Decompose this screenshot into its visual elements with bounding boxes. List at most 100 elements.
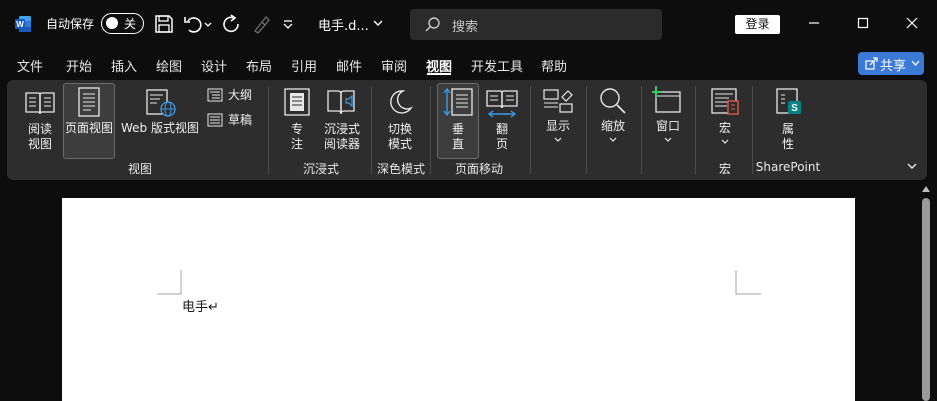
show-icon	[543, 89, 573, 113]
switch-modes-label: 切换 模式	[387, 122, 412, 151]
document-title[interactable]: 电手.d...	[318, 15, 369, 34]
scrollbar-thumb[interactable]	[922, 198, 930, 401]
scroll-up-arrow-icon[interactable]	[921, 185, 931, 193]
vertical-scroll-icon	[443, 87, 473, 117]
macro-icon	[711, 88, 739, 115]
group-label-views: 视图	[127, 162, 152, 176]
side-to-side-button[interactable]: 翻 页	[484, 86, 520, 156]
share-button[interactable]: 共享	[858, 52, 924, 75]
web-layout-label: Web 版式视图	[121, 121, 199, 135]
draft-label: 草稿	[228, 113, 253, 127]
web-layout-button[interactable]: Web 版式视图	[119, 86, 201, 156]
redo-icon[interactable]	[220, 13, 242, 35]
immersive-reader-button[interactable]: 沉浸式 阅读器	[320, 86, 364, 156]
focus-icon	[284, 88, 310, 116]
show-label: 显示	[545, 119, 570, 133]
focus-label: 专 注	[290, 122, 303, 151]
print-layout-button[interactable]: 页面视图	[63, 86, 115, 156]
group-label-macros: 宏	[718, 162, 731, 176]
group-label-immersive: 沉浸式	[302, 162, 339, 176]
share-label: 共享	[880, 59, 907, 74]
vertical-label: 垂 直	[451, 122, 464, 151]
web-page-icon	[146, 89, 176, 117]
tab-file[interactable]: 文件	[17, 56, 43, 75]
group-separator	[695, 86, 696, 174]
properties-button[interactable]: S 属 性	[768, 86, 808, 156]
macros-label: 宏	[718, 121, 731, 135]
properties-label: 属 性	[781, 122, 794, 151]
tab-mailings[interactable]: 邮件	[336, 56, 362, 75]
format-painter-icon[interactable]	[250, 13, 272, 35]
chevron-down-icon[interactable]	[372, 18, 384, 28]
save-icon[interactable]	[153, 13, 175, 35]
book-icon	[25, 92, 55, 115]
tab-draw[interactable]: 绘图	[156, 56, 182, 75]
outline-label: 大纲	[228, 88, 253, 102]
show-button[interactable]: 显示	[538, 86, 578, 156]
immersive-reader-label: 沉浸式 阅读器	[323, 122, 360, 151]
login-button[interactable]: 登录	[735, 15, 780, 34]
tab-design[interactable]: 设计	[201, 56, 227, 75]
print-layout-label: 页面视图	[64, 121, 113, 135]
chevron-down-icon	[554, 137, 562, 142]
tab-insert[interactable]: 插入	[111, 56, 137, 75]
immersive-reader-icon	[327, 90, 355, 115]
ribbon-tabs: 文件 开始 插入 绘图 设计 布局 引用 邮件 审阅 视图 开发工具 帮助	[0, 48, 937, 78]
chevron-down-icon	[911, 60, 920, 66]
undo-dropdown-icon[interactable]	[203, 13, 213, 35]
svg-text:W: W	[16, 20, 24, 29]
search-input[interactable]: 搜索	[410, 9, 662, 40]
macros-button[interactable]: 宏	[704, 86, 746, 156]
window-label: 窗口	[655, 119, 680, 133]
minimize-icon[interactable]	[803, 12, 825, 34]
switch-modes-button[interactable]: 切换 模式	[380, 86, 420, 156]
group-separator	[586, 86, 587, 174]
svg-text:S: S	[791, 103, 798, 114]
vertical-button[interactable]: 垂 直	[437, 86, 479, 156]
zoom-label: 缩放	[600, 119, 625, 133]
tab-references[interactable]: 引用	[291, 56, 317, 75]
autosave-state: 关	[124, 17, 137, 31]
tab-review[interactable]: 审阅	[381, 56, 407, 75]
tab-layout[interactable]: 布局	[246, 56, 272, 75]
active-tab-indicator	[427, 73, 451, 75]
group-label-dark-mode: 深色模式	[376, 162, 425, 176]
focus-button[interactable]: 专 注	[280, 86, 314, 156]
chevron-down-icon	[664, 137, 672, 142]
search-placeholder: 搜索	[452, 20, 479, 35]
maximize-icon[interactable]	[852, 12, 874, 34]
tab-developer[interactable]: 开发工具	[471, 56, 523, 75]
document-body-text[interactable]: 电手↵	[182, 296, 219, 315]
page-icon	[78, 87, 100, 117]
margin-corner-top-left	[157, 270, 182, 295]
outline-icon	[207, 88, 223, 102]
moon-icon	[390, 90, 413, 114]
margin-corner-top-right	[735, 270, 761, 295]
autosave-toggle[interactable]: 关	[101, 13, 144, 34]
magnifier-icon	[600, 88, 626, 114]
read-mode-button[interactable]: 阅读 视图	[18, 86, 62, 156]
group-separator	[268, 86, 269, 174]
group-label-sharepoint: SharePoint	[755, 160, 821, 174]
group-label-page-movement: 页面移动	[454, 162, 503, 176]
autosave-label: 自动保存	[46, 17, 95, 31]
search-icon	[425, 17, 440, 32]
chevron-down-icon	[609, 137, 617, 142]
toggle-knob	[106, 17, 118, 29]
tab-help[interactable]: 帮助	[541, 56, 567, 75]
customize-toolbar-icon[interactable]	[280, 13, 296, 35]
word-logo-icon[interactable]: W	[14, 15, 32, 33]
collapse-ribbon-icon[interactable]	[906, 162, 918, 171]
tab-home[interactable]: 开始	[66, 56, 92, 75]
sharepoint-properties-icon: S	[776, 88, 801, 114]
close-icon[interactable]	[901, 12, 923, 34]
read-mode-label: 阅读 视图	[27, 122, 52, 151]
group-separator	[430, 86, 431, 174]
group-separator	[371, 86, 372, 174]
group-separator	[752, 86, 753, 174]
draft-icon	[207, 113, 223, 127]
zoom-button[interactable]: 缩放	[593, 86, 633, 156]
window-button[interactable]: 窗口	[648, 86, 688, 156]
document-page[interactable]	[62, 198, 855, 401]
undo-icon[interactable]	[182, 13, 204, 35]
